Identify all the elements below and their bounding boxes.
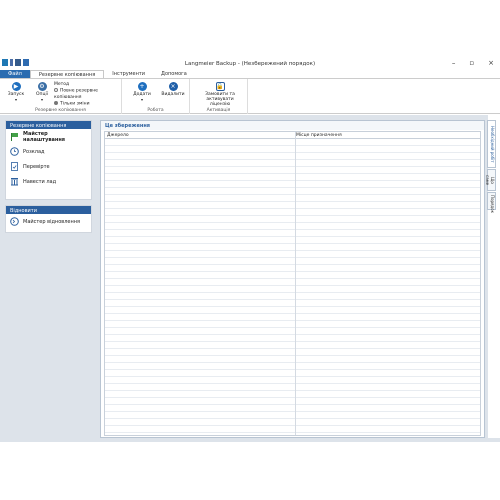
table-header: Джерело Місце призначення xyxy=(105,132,480,139)
group-label: Активація xyxy=(206,108,231,113)
chevron-down-icon: ▾ xyxy=(140,97,143,102)
page-title: Це збереження xyxy=(101,121,484,130)
side-tabs: Необхідний робіт Що саме Порядок xyxy=(485,120,497,213)
license-button[interactable]: 🔒 Замовити та активувати ліцензію xyxy=(196,82,244,107)
column-destination[interactable]: Місце призначення xyxy=(294,132,480,138)
sidebar-item-schedule[interactable]: Розклад xyxy=(6,144,91,159)
gear-icon: ⚙ xyxy=(37,82,47,91)
delete-button-label: Видалити xyxy=(161,92,185,97)
chevron-down-icon: ▾ xyxy=(14,97,17,102)
restore-icon xyxy=(10,217,19,226)
plus-icon: + xyxy=(137,82,147,91)
add-button[interactable]: + Додати ▾ xyxy=(130,82,154,102)
restore-panel-header: Відновити xyxy=(6,206,91,214)
flag-icon xyxy=(10,132,19,141)
play-icon: ▶ xyxy=(11,82,21,91)
sidebar-item-setup-wizard[interactable]: Майстер налаштування xyxy=(6,129,91,144)
side-tab-required[interactable]: Необхідний робіт xyxy=(487,120,496,168)
ribbon-tabs: Файл Резервне копіювання Інструменти Доп… xyxy=(0,70,500,78)
ribbon-group-backup: ▶ Запуск ▾ ⚙ Опції ▾ Метод Повне резервн… xyxy=(0,79,122,114)
maximize-button[interactable]: ▫ xyxy=(469,59,474,67)
radio-icon xyxy=(54,88,58,92)
tab-file[interactable]: Файл xyxy=(0,70,30,78)
delete-button[interactable]: × Видалити xyxy=(160,82,186,97)
start-button[interactable]: ▶ Запуск ▾ xyxy=(6,82,26,102)
group-label: Резервне копіювання xyxy=(35,108,86,113)
side-tab-order[interactable]: Порядок xyxy=(487,192,496,213)
column-source[interactable]: Джерело xyxy=(105,132,294,138)
title-bar: Langmeier Backup - (Незбережений порядок… xyxy=(0,57,500,70)
ribbon: ▶ Запуск ▾ ⚙ Опції ▾ Метод Повне резервн… xyxy=(0,78,500,114)
sidebar-item-label: Майстер налаштування xyxy=(23,130,65,143)
options-button[interactable]: ⚙ Опції ▾ xyxy=(32,82,52,102)
main-panel: Це збереження Джерело Місце призначення xyxy=(100,120,485,438)
radio-selected-icon xyxy=(54,100,58,105)
only-changes-radio[interactable]: Тільки зміни xyxy=(54,100,121,108)
building-icon xyxy=(10,177,19,186)
sidebar-item-label: Майстер відновлення xyxy=(23,218,81,225)
full-backup-label: Повне резервне копіювання xyxy=(54,88,98,100)
tab-backup[interactable]: Резервне копіювання xyxy=(29,70,105,78)
minimize-button[interactable]: – xyxy=(452,59,456,67)
license-button-label: Замовити та активувати ліцензію xyxy=(205,92,235,107)
ribbon-group-jobs: + Додати ▾ × Видалити Робота xyxy=(122,79,190,114)
sidebar-item-label: Навести лад xyxy=(23,178,57,185)
only-changes-label: Тільки зміни xyxy=(60,101,90,106)
sidebar-item-restore-wizard[interactable]: Майстер відновлення xyxy=(6,214,91,229)
delete-icon: × xyxy=(168,82,178,91)
group-label: Робота xyxy=(147,108,164,113)
tab-help[interactable]: Допомога xyxy=(153,70,195,78)
backup-panel-header: Резервне копіювання xyxy=(6,121,91,129)
bottom-border xyxy=(0,438,500,442)
method-options: Метод Повне резервне копіювання Тільки з… xyxy=(54,82,121,107)
window-title: Langmeier Backup - (Незбережений порядок… xyxy=(184,61,316,67)
chevron-down-icon: ▾ xyxy=(40,97,43,102)
side-tab-what[interactable]: Що саме xyxy=(485,169,496,191)
sidebar-item-label: Розклад xyxy=(23,148,45,155)
close-button[interactable]: × xyxy=(488,59,494,67)
sidebar-item-cleanup[interactable]: Навести лад xyxy=(6,174,91,189)
full-backup-radio[interactable]: Повне резервне копіювання xyxy=(54,88,121,101)
backup-table[interactable]: Джерело Місце призначення xyxy=(104,131,481,436)
restore-panel: Відновити Майстер відновлення xyxy=(5,205,92,233)
column-divider xyxy=(295,132,296,435)
sidebar-item-label: Перевірте xyxy=(23,163,50,170)
lock-icon: 🔒 xyxy=(215,82,225,91)
sidebar-item-verify[interactable]: Перевірте xyxy=(6,159,91,174)
backup-panel: Резервне копіювання Майстер налаштування… xyxy=(5,120,92,200)
tab-tools[interactable]: Інструменти xyxy=(104,70,153,78)
document-check-icon xyxy=(10,162,19,171)
ribbon-group-activation: 🔒 Замовити та активувати ліцензію Актива… xyxy=(190,79,248,114)
clock-icon xyxy=(10,147,19,156)
